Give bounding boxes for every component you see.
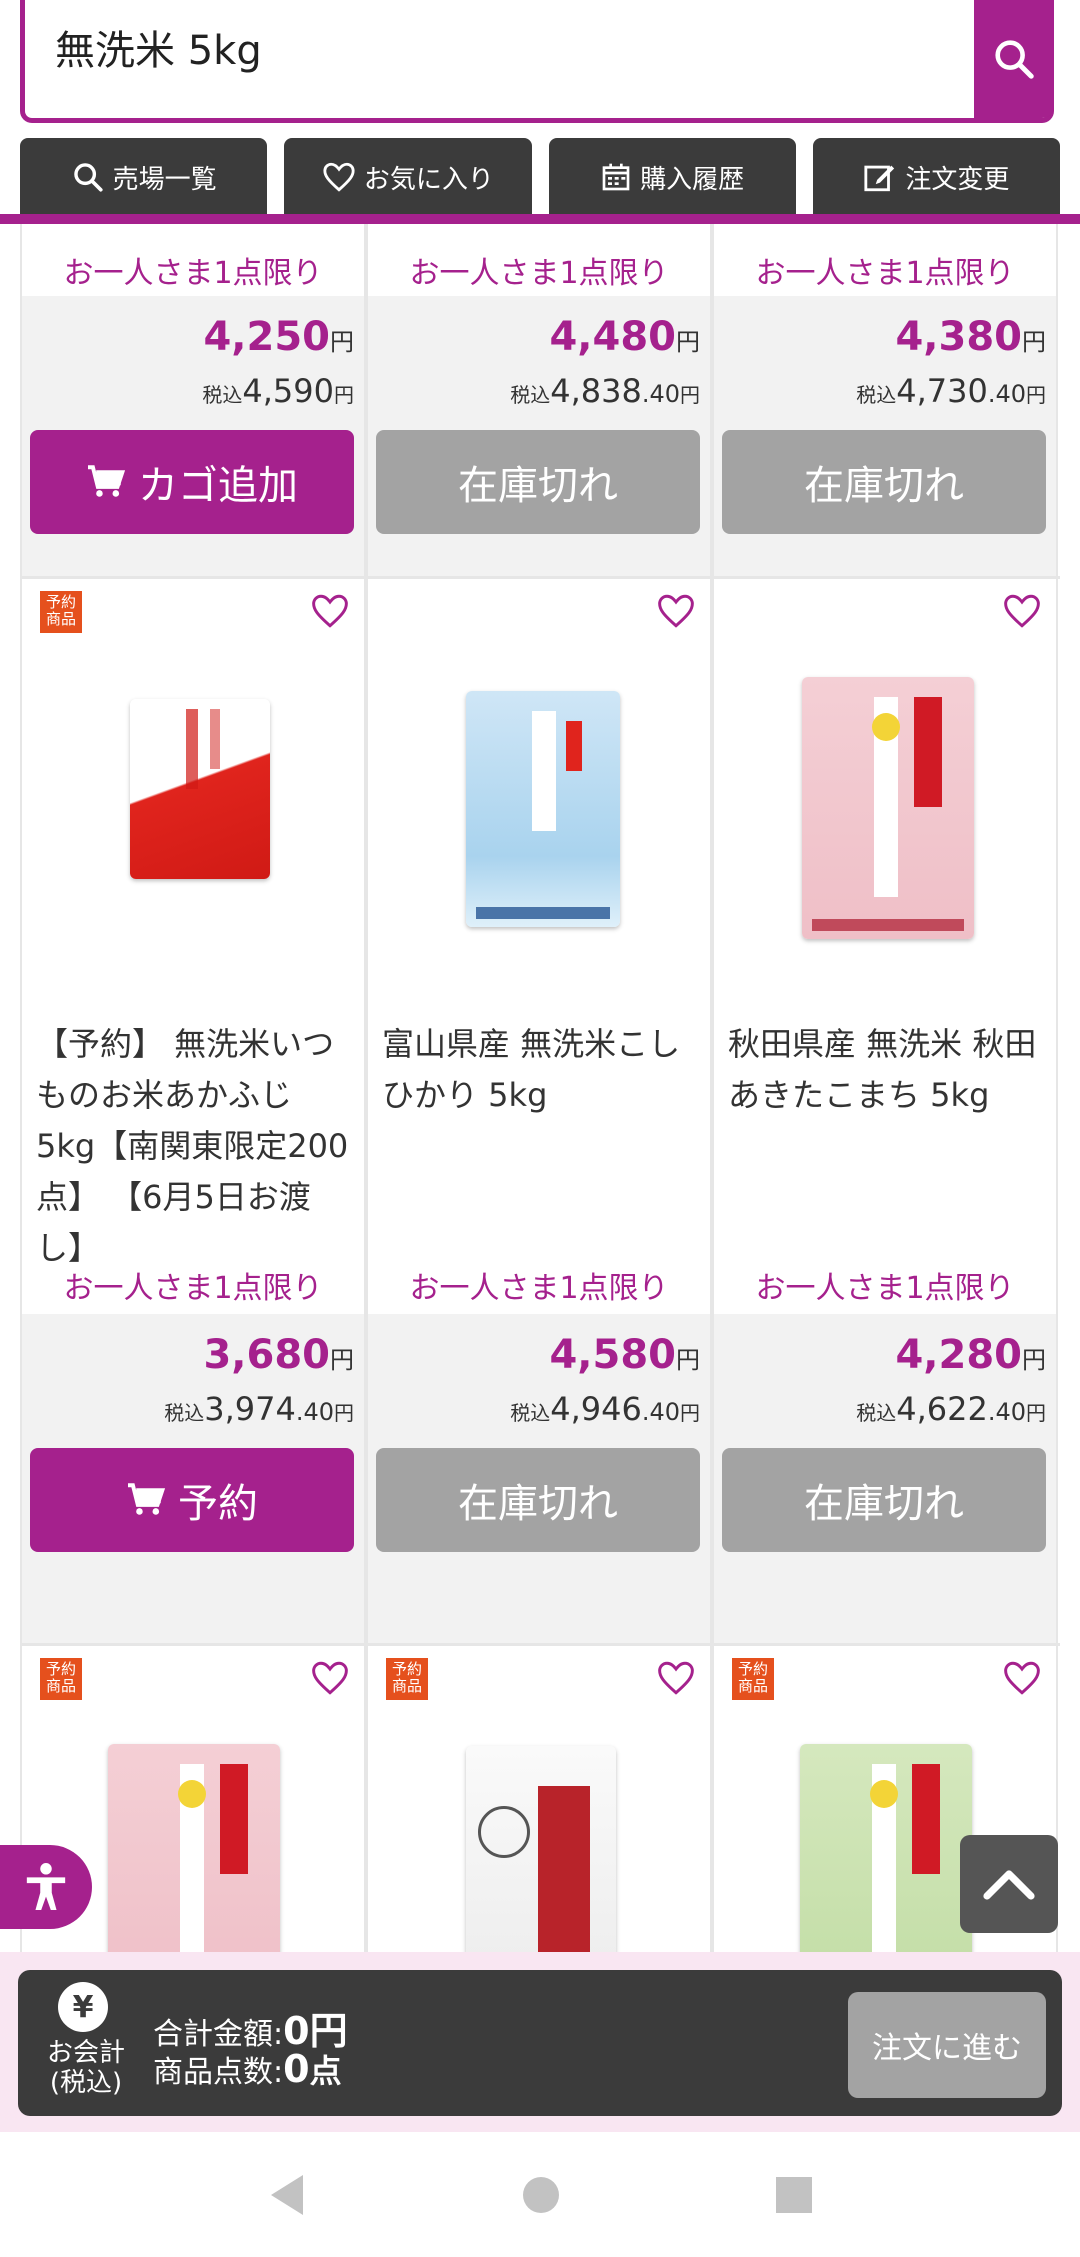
purchase-limit: お一人さま1点限り bbox=[409, 256, 669, 291]
system-nav-bar bbox=[0, 2132, 1080, 2257]
favorite-heart-icon[interactable] bbox=[656, 1660, 696, 1696]
cart-icon bbox=[88, 465, 126, 497]
tab-label: 売場一覧 bbox=[112, 164, 217, 195]
price-area: 4,380円 税込4,730.40円 在庫切れ bbox=[714, 296, 1056, 579]
price-area: 4,580円 税込4,946.40円 在庫切れ bbox=[368, 1314, 710, 1646]
price-area: 4,250円 税込4,590円 カゴ追加 bbox=[22, 296, 364, 579]
accessibility-button[interactable] bbox=[0, 1845, 92, 1929]
product-card: お一人さま1点限り 4,380円 税込4,730.40円 在庫切れ bbox=[712, 224, 1058, 579]
tax-price: 税込4,838.40円 bbox=[510, 372, 700, 410]
price-area: 4,480円 税込4,838.40円 在庫切れ bbox=[368, 296, 710, 579]
search-icon bbox=[995, 40, 1034, 79]
reservation-badge: 予約商品 bbox=[40, 591, 82, 633]
product-card: お一人さま1点限り 4,480円 税込4,838.40円 在庫切れ bbox=[366, 224, 712, 579]
tab-shop-list[interactable]: 売場一覧 bbox=[20, 138, 268, 216]
price: 4,580円 bbox=[549, 1332, 700, 1378]
accessibility-icon bbox=[26, 1863, 66, 1910]
reservation-badge: 予約商品 bbox=[40, 1658, 82, 1700]
product-image[interactable] bbox=[108, 1744, 280, 1952]
product-image[interactable] bbox=[466, 1746, 616, 1952]
nav-underline bbox=[0, 214, 1080, 224]
calendar-icon bbox=[602, 163, 630, 191]
chevron-up-icon bbox=[983, 1870, 1035, 1900]
search-icon bbox=[73, 163, 103, 192]
tab-label: お気に入り bbox=[363, 164, 494, 195]
heart-outline-icon bbox=[323, 162, 355, 192]
favorite-heart-icon[interactable] bbox=[310, 1660, 350, 1696]
product-card: 富山県産 無洗米こしひかり 5kg お一人さま1点限り 4,580円 税込4,9… bbox=[366, 579, 712, 1646]
product-image[interactable] bbox=[802, 677, 974, 939]
product-name[interactable]: 【予約】 無洗米いつものお米あかふじ 5kg【南関東限定200点】 【6月5日お… bbox=[36, 1019, 354, 1274]
reservation-badge: 予約商品 bbox=[732, 1658, 774, 1700]
price-area: 3,680円 税込3,974.40円 予約 bbox=[22, 1314, 364, 1646]
favorite-heart-icon[interactable] bbox=[1002, 1660, 1042, 1696]
tax-price: 税込4,730.40円 bbox=[856, 372, 1046, 410]
purchase-limit: お一人さま1点限り bbox=[63, 1271, 323, 1306]
search-button[interactable] bbox=[974, 0, 1054, 118]
tab-order-change[interactable]: 注文変更 bbox=[812, 138, 1060, 216]
product-image[interactable] bbox=[130, 699, 270, 879]
reservation-badge: 予約商品 bbox=[386, 1658, 428, 1700]
scroll-to-top-button[interactable] bbox=[960, 1835, 1058, 1933]
home-icon[interactable] bbox=[521, 2175, 561, 2215]
item-count: 商品点数:0点 bbox=[153, 2047, 342, 2091]
checkout-area: ¥ お会計 (税込) 合計金額:0円 商品点数:0点 注文に進む bbox=[0, 1952, 1080, 2132]
tab-label: 購入履歴 bbox=[640, 164, 745, 195]
favorite-heart-icon[interactable] bbox=[310, 593, 350, 629]
search-input[interactable]: 無洗米 5kg bbox=[55, 18, 262, 76]
tax-price: 税込4,590円 bbox=[202, 372, 354, 410]
tab-favorites[interactable]: お気に入り bbox=[284, 138, 532, 216]
recents-icon[interactable] bbox=[774, 2175, 814, 2215]
out-of-stock-button[interactable]: 在庫切れ bbox=[722, 1448, 1046, 1552]
product-card: 秋田県産 無洗米 秋田あきたこまち 5kg お一人さま1点限り 4,280円 税… bbox=[712, 579, 1058, 1646]
reserve-button[interactable]: 予約 bbox=[30, 1448, 354, 1552]
product-grid: お一人さま1点限り 4,250円 税込4,590円 カゴ追加 お一人さま1点限り… bbox=[20, 224, 1060, 1952]
out-of-stock-button[interactable]: 在庫切れ bbox=[376, 430, 700, 534]
product-card: 予約商品 【予約】 無洗米いつものお米あかふじ 5kg【南関東限定200点】 【… bbox=[20, 579, 366, 1646]
purchase-limit: お一人さま1点限り bbox=[755, 1271, 1015, 1306]
tax-price: 税込4,622.40円 bbox=[856, 1390, 1046, 1428]
product-name[interactable]: 富山県産 無洗米こしひかり 5kg bbox=[382, 1019, 700, 1121]
purchase-limit: お一人さま1点限り bbox=[409, 1271, 669, 1306]
product-image[interactable] bbox=[800, 1744, 972, 1952]
out-of-stock-button[interactable]: 在庫切れ bbox=[376, 1448, 700, 1552]
tax-price: 税込3,974.40円 bbox=[164, 1390, 354, 1428]
out-of-stock-button[interactable]: 在庫切れ bbox=[722, 430, 1046, 534]
tab-label: 注文変更 bbox=[905, 164, 1010, 195]
favorite-heart-icon[interactable] bbox=[1002, 593, 1042, 629]
add-to-cart-button[interactable]: カゴ追加 bbox=[30, 430, 354, 534]
purchase-limit: お一人さま1点限り bbox=[755, 256, 1015, 291]
price: 4,280円 bbox=[895, 1332, 1046, 1378]
price: 4,380円 bbox=[895, 314, 1046, 360]
product-name[interactable]: 秋田県産 無洗米 秋田あきたこまち 5kg bbox=[728, 1019, 1046, 1121]
search-bar: 無洗米 5kg bbox=[20, 0, 1054, 123]
price: 4,480円 bbox=[549, 314, 700, 360]
product-card: お一人さま1点限り 4,250円 税込4,590円 カゴ追加 bbox=[20, 224, 366, 579]
product-image[interactable] bbox=[466, 691, 620, 927]
yen-icon: ¥ bbox=[58, 1982, 108, 2032]
product-card: 予約商品 bbox=[366, 1646, 712, 1952]
favorite-heart-icon[interactable] bbox=[656, 593, 696, 629]
nav-tabs: 売場一覧 お気に入り 購入履歴 注文変更 bbox=[20, 138, 1060, 216]
price: 4,250円 bbox=[203, 314, 354, 360]
proceed-to-order-button[interactable]: 注文に進む bbox=[848, 1992, 1046, 2098]
back-icon[interactable] bbox=[266, 2173, 308, 2217]
tax-price: 税込4,946.40円 bbox=[510, 1390, 700, 1428]
price: 3,680円 bbox=[203, 1332, 354, 1378]
tab-purchase-history[interactable]: 購入履歴 bbox=[548, 138, 796, 216]
purchase-limit: お一人さま1点限り bbox=[63, 256, 323, 291]
price-area: 4,280円 税込4,622.40円 在庫切れ bbox=[714, 1314, 1056, 1646]
checkout-label: お会計 (税込) bbox=[46, 2038, 125, 2098]
checkout-bar: ¥ お会計 (税込) 合計金額:0円 商品点数:0点 注文に進む bbox=[18, 1970, 1062, 2116]
cart-icon bbox=[128, 1483, 166, 1515]
edit-icon bbox=[864, 165, 895, 192]
